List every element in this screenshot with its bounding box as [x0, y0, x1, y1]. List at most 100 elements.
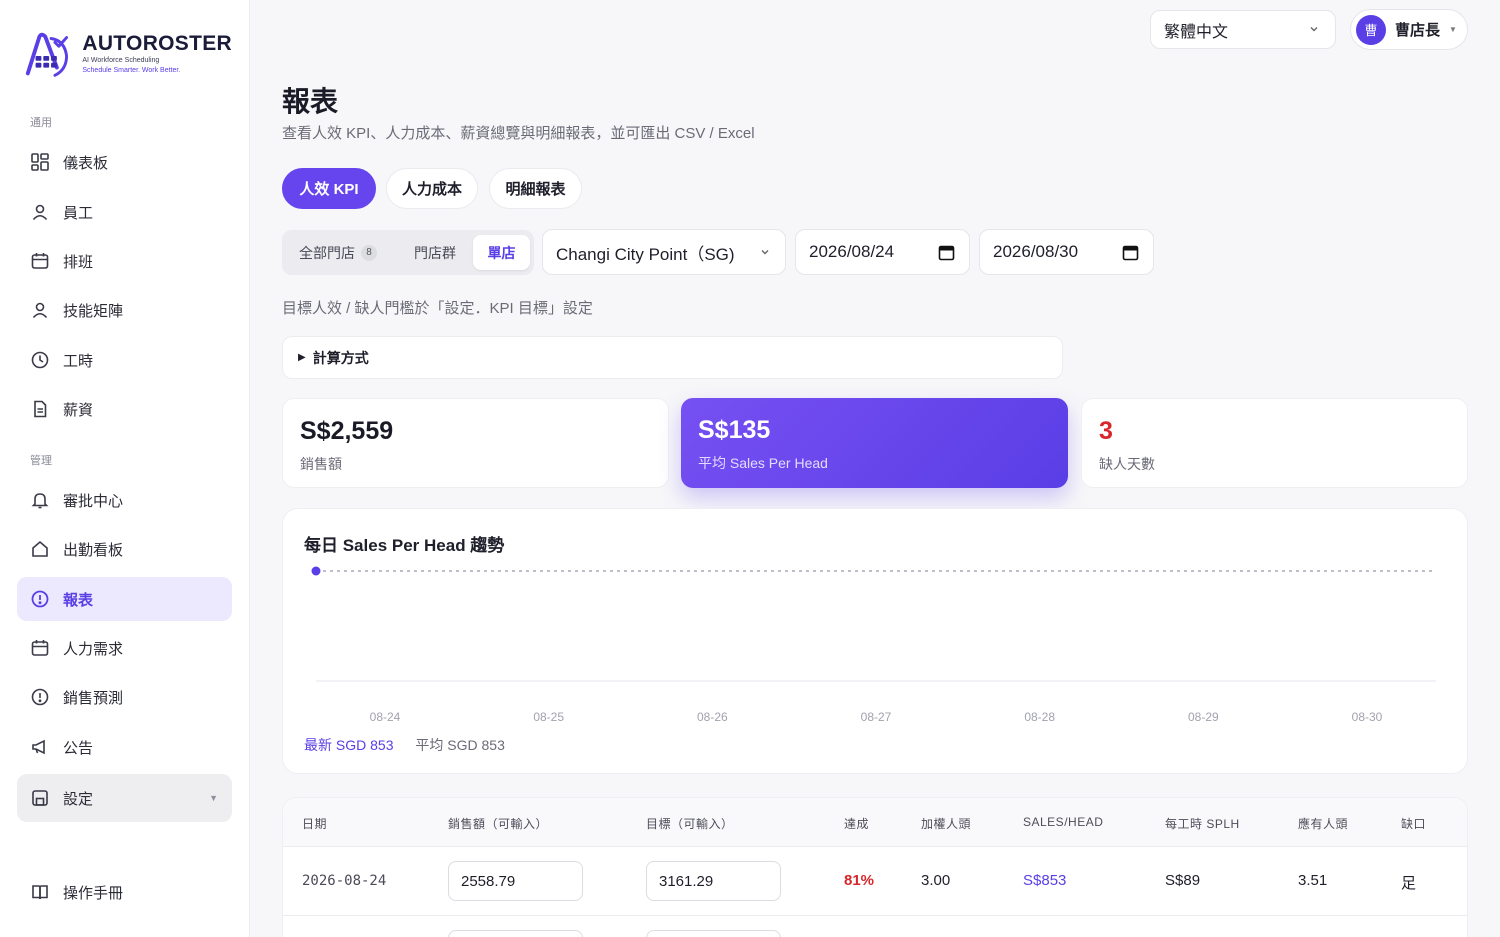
cell-sales-per-head: S$853 — [1023, 872, 1067, 889]
sales-input[interactable] — [448, 930, 583, 937]
cell-achieved: 81% — [844, 872, 875, 889]
brand-logo[interactable]: AUTOROSTER AI Workforce Scheduling Sched… — [22, 26, 232, 82]
table-row: 2026-08-24 2558.79 3161.29 81% 3.00 S$85… — [283, 847, 1467, 916]
chart-latest-value: 最新 SGD 853 — [304, 737, 394, 753]
sidebar-item-staffing-demand[interactable]: 人力需求 — [17, 626, 232, 670]
scope-single-store[interactable]: 單店 — [473, 235, 530, 270]
user-name: 曹店長 — [1395, 22, 1441, 39]
megaphone-icon — [30, 737, 50, 757]
chart-x-tick-label: 08-24 — [370, 710, 401, 724]
sidebar-item-skills[interactable]: 技能矩陣 — [17, 288, 232, 332]
kpi-card-sales-per-head: S$135 平均 Sales Per Head — [681, 398, 1068, 488]
col-sales-per-head: SALES/HEAD — [1023, 815, 1104, 829]
kpi-card-sales: S$2,559 銷售額 — [282, 398, 669, 488]
section-label-general: 通用 — [30, 117, 52, 129]
col-splh: 每工時 SPLH — [1165, 817, 1240, 831]
store-count-badge: 8 — [361, 244, 377, 261]
col-required-heads: 應有人頭 — [1298, 817, 1349, 831]
sidebar-item-label: 儀表板 — [63, 154, 109, 172]
sidebar-item-label: 公告 — [63, 739, 94, 757]
calendar-icon — [30, 638, 50, 658]
triangle-right-icon: ▶ — [298, 352, 306, 363]
document-icon — [30, 399, 50, 419]
tab-labor-cost[interactable]: 人力成本 — [386, 168, 478, 209]
brand-name: AUTOROSTER — [82, 32, 232, 55]
save-icon — [30, 788, 50, 808]
kpi-value: S$135 — [698, 416, 771, 444]
store-select[interactable]: Changi City Point（SG) — [542, 229, 786, 275]
cell-weighted-heads: 3.00 — [921, 872, 951, 889]
target-input[interactable]: 3161.29 — [646, 861, 781, 901]
user-menu[interactable]: 曹 曹店長 ▼ — [1350, 9, 1468, 50]
page-title: 報表 — [282, 86, 339, 117]
clock-icon — [30, 350, 50, 370]
kpi-detail-table: 日期 銷售額（可輸入） 目標（可輸入） 達成 加權人頭 SALES/HEAD 每… — [282, 797, 1468, 937]
language-value: 繁體中文 — [1164, 23, 1229, 41]
target-input[interactable] — [646, 930, 781, 937]
scope-store-group[interactable]: 門店群 — [400, 235, 470, 270]
date-from-input[interactable]: 2026/08/24 — [795, 229, 970, 275]
sidebar-item-label: 員工 — [63, 204, 94, 222]
cell-date: 2026-08-24 — [302, 873, 387, 889]
language-select[interactable]: 繁體中文 — [1150, 10, 1336, 49]
chevron-down-icon: ▼ — [209, 793, 218, 803]
sidebar-item-attendance[interactable]: 出勤看板 — [17, 527, 232, 571]
col-date: 日期 — [302, 817, 328, 831]
tab-detail-report[interactable]: 明細報表 — [489, 168, 582, 209]
sidebar-item-employees[interactable]: 員工 — [17, 190, 232, 234]
cell-gap: 足 — [1401, 875, 1417, 892]
store-value: Changi City Point（SG) — [556, 244, 735, 264]
col-target: 目標（可輸入） — [646, 817, 734, 831]
sph-trend-chart-card: 08-24 08-25 08-26 08-27 08-28 08-29 08-30 每日 S… — [282, 508, 1468, 774]
col-achieved: 達成 — [844, 817, 870, 831]
brand-tagline-1: AI Workforce Scheduling — [82, 57, 160, 64]
chevron-down-icon — [761, 250, 769, 255]
chart-x-tick-label: 08-26 — [697, 710, 728, 724]
calendar-icon[interactable] — [938, 244, 955, 261]
sidebar-item-label: 工時 — [63, 352, 94, 370]
user-icon — [30, 202, 50, 222]
calc-method-disclosure[interactable]: ▶ 計算方式 — [282, 336, 1063, 379]
user-icon — [30, 300, 50, 320]
sidebar-item-label: 排班 — [63, 253, 94, 271]
autoroster-logo-icon — [25, 32, 69, 77]
calendar-icon — [30, 251, 50, 271]
sidebar-item-label: 銷售預測 — [63, 689, 124, 707]
chart-x-tick-label: 08-25 — [533, 710, 564, 724]
sidebar-item-settings[interactable]: 設定 ▼ — [17, 774, 232, 822]
date-to-input[interactable]: 2026/08/30 — [979, 229, 1154, 275]
sales-input[interactable]: 2558.79 — [448, 861, 583, 901]
alert-circle-icon — [30, 687, 50, 707]
sidebar-item-label: 報表 — [63, 591, 94, 609]
sidebar-item-manual[interactable]: 操作手冊 — [17, 870, 232, 914]
sidebar-item-dashboard[interactable]: 儀表板 — [17, 140, 232, 184]
chart-average-value: 平均 SGD 853 — [415, 737, 505, 753]
sidebar-item-announcements[interactable]: 公告 — [17, 725, 232, 769]
store-scope-toggle: 全部門店 8 門店群 單店 — [282, 230, 534, 275]
kpi-target-hint: 目標人效 / 缺人門檻於「設定．KPI 目標」設定 — [282, 300, 593, 317]
sidebar-item-approvals[interactable]: 審批中心 — [17, 478, 232, 522]
scope-all-stores[interactable]: 全部門店 8 — [288, 235, 388, 270]
kpi-label: 平均 Sales Per Head — [698, 455, 828, 471]
tab-kpi[interactable]: 人效 KPI — [282, 168, 376, 209]
brand-tagline-2: Schedule Smarter. Work Better. — [82, 67, 181, 74]
chart-data-point — [311, 566, 321, 576]
sidebar-item-reports[interactable]: 報表 — [17, 577, 232, 621]
cell-splh: S$89 — [1165, 872, 1201, 889]
kpi-label: 銷售額 — [300, 456, 342, 472]
col-weighted-heads: 加權人頭 — [921, 817, 972, 831]
kpi-value: 3 — [1099, 417, 1113, 445]
chart-x-tick-label: 08-30 — [1352, 710, 1383, 724]
sidebar-item-label: 審批中心 — [63, 492, 124, 510]
sidebar-item-label: 出勤看板 — [63, 541, 124, 559]
calendar-icon[interactable] — [1122, 244, 1139, 261]
sidebar-item-payroll[interactable]: 薪資 — [17, 387, 232, 431]
sidebar-item-sales-forecast[interactable]: 銷售預測 — [17, 675, 232, 719]
avatar: 曹 — [1356, 14, 1386, 45]
sidebar-item-hours[interactable]: 工時 — [17, 338, 232, 382]
sidebar-item-schedule[interactable]: 排班 — [17, 239, 232, 283]
sidebar: AUTOROSTER AI Workforce Scheduling Sched… — [0, 0, 250, 937]
sidebar-item-label: 技能矩陣 — [63, 302, 124, 320]
book-icon — [30, 882, 50, 902]
calc-method-label: 計算方式 — [312, 349, 369, 366]
